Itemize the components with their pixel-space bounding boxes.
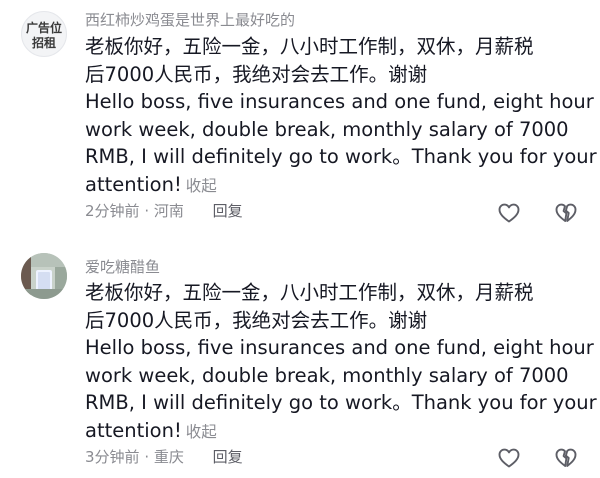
avatar-text: 广告位 招租 bbox=[25, 21, 62, 50]
comment-last-line: attention! 收起 bbox=[85, 418, 217, 442]
comment-line: 老板你好，五险一金，八小时工作制，双休，月薪税 bbox=[85, 35, 534, 58]
comment-text: 老板你好，五险一金，八小时工作制，双休，月薪税 后7000人民币，我绝对会去工作… bbox=[85, 279, 597, 446]
comment-line: 后7000人民币，我绝对会去工作。谢谢 bbox=[85, 308, 428, 332]
comment-time: 3分钟前 bbox=[85, 448, 140, 466]
comment-location: 河南 bbox=[153, 202, 184, 220]
comment-text: 老板你好，五险一金，八小时工作制，双休，月薪税 后7000人民币，我绝对会去工作… bbox=[85, 33, 597, 200]
avatar[interactable]: 广告位 招租 bbox=[21, 11, 67, 57]
comment-last-line: attention! 收起 bbox=[85, 172, 217, 196]
avatar-photo bbox=[21, 253, 67, 299]
reply-button[interactable]: 回复 bbox=[213, 202, 243, 220]
comment-line: Hello boss, five insurances and one fund… bbox=[85, 336, 594, 359]
meta-separator: · bbox=[139, 448, 154, 466]
comment-line: RMB, I will definitely go to work。Thank … bbox=[85, 145, 597, 168]
broken-heart-outline-icon[interactable] bbox=[554, 201, 578, 225]
comment-line: RMB, I will definitely go to work。Thank … bbox=[85, 391, 597, 414]
comment-time: 2分钟前 bbox=[85, 202, 140, 220]
comment-item: 爱吃糖醋鱼 老板你好，五险一金，八小时工作制，双休，月薪税 后7000人民币，我… bbox=[0, 243, 600, 478]
collapse-link[interactable]: 收起 bbox=[186, 177, 217, 195]
reply-button[interactable]: 回复 bbox=[213, 448, 243, 466]
heart-outline-icon[interactable] bbox=[497, 446, 521, 470]
comment-meta: 3分钟前 · 重庆 回复 bbox=[85, 446, 243, 467]
avatar[interactable] bbox=[21, 253, 67, 299]
comment-line: Hello boss, five insurances and one fund… bbox=[85, 90, 594, 113]
collapse-link[interactable]: 收起 bbox=[186, 423, 217, 441]
comment-line: 后7000人民币，我绝对会去工作。谢谢 bbox=[85, 62, 428, 86]
username[interactable]: 爱吃糖醋鱼 bbox=[85, 256, 160, 277]
meta-separator: · bbox=[139, 202, 154, 220]
comment-line: work week, double break, monthly salary … bbox=[85, 363, 569, 387]
comment-line: work week, double break, monthly salary … bbox=[85, 117, 569, 141]
comment-meta: 2分钟前 · 河南 回复 bbox=[85, 200, 243, 221]
comment-line: 老板你好，五险一金，八小时工作制，双休，月薪税 bbox=[85, 281, 534, 304]
username[interactable]: 西红柿炒鸡蛋是世界上最好吃的 bbox=[85, 9, 295, 30]
heart-outline-icon[interactable] bbox=[497, 201, 521, 225]
comment-item: 广告位 招租 西红柿炒鸡蛋是世界上最好吃的 老板你好，五险一金，八小时工作制，双… bbox=[0, 0, 600, 240]
broken-heart-outline-icon[interactable] bbox=[554, 446, 578, 470]
comment-location: 重庆 bbox=[153, 448, 184, 466]
